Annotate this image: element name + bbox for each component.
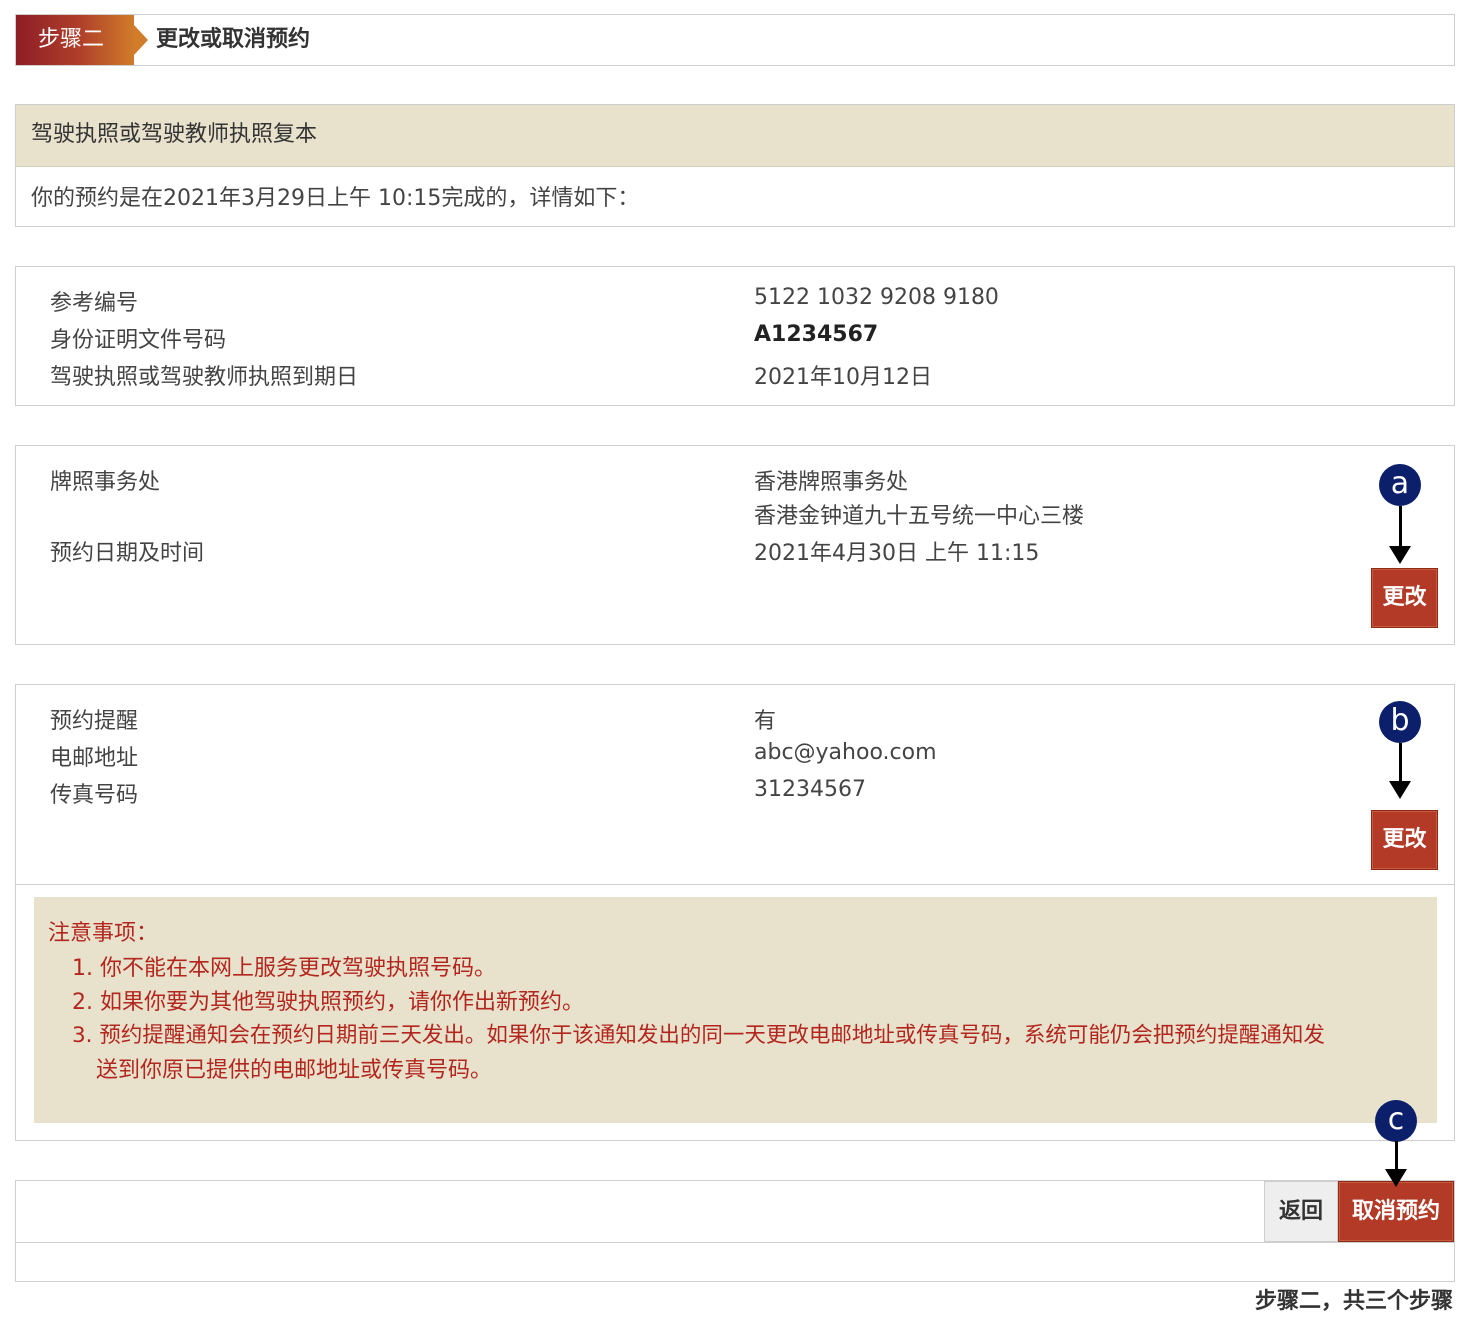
- notice-box: 注意事项： 1. 你不能在本网上服务更改驾驶执照号码。 2. 如果你要为其他驾驶…: [34, 897, 1437, 1123]
- arrow-c-head: [1385, 1169, 1407, 1187]
- intro-panel: 驾驶执照或驾驶教师执照复本 你的预约是在2021年3月29日上午 10:15完成…: [15, 104, 1455, 227]
- appointment-datetime-label: 预约日期及时间: [50, 541, 205, 566]
- licensing-office-label: 牌照事务处: [50, 470, 161, 495]
- reminder-label: 预约提醒: [50, 709, 139, 734]
- notice-item-1: 1. 你不能在本网上服务更改驾驶执照号码。: [72, 956, 496, 981]
- details-panel: 参考编号 5122 1032 9208 9180 身份证明文件号码 A12345…: [15, 266, 1455, 406]
- arrow-b-line: [1399, 743, 1402, 783]
- arrow-b-head: [1389, 781, 1411, 799]
- expiry-date-value: 2021年10月12日: [754, 365, 932, 390]
- marker-b-icon: b: [1379, 701, 1421, 743]
- notice-item-2: 2. 如果你要为其他驾驶执照预约，请你作出新预约。: [72, 990, 584, 1015]
- arrow-c-line: [1395, 1141, 1398, 1171]
- fax-value: 31234567: [754, 777, 866, 802]
- appointment-panel: 牌照事务处 香港牌照事务处 香港金钟道九十五号统一中心三楼 预约日期及时间 20…: [15, 445, 1455, 645]
- reminder-panel: 预约提醒 有 电邮地址 abc@yahoo.com 传真号码 31234567 …: [15, 684, 1455, 1141]
- notice-title: 注意事项：: [48, 921, 159, 946]
- service-heading: 驾驶执照或驾驶教师执照复本: [16, 105, 1454, 167]
- id-number-value: A1234567: [754, 322, 879, 347]
- divider: [16, 884, 1454, 885]
- appointment-datetime-value: 2021年4月30日 上午 11:15: [754, 541, 1040, 566]
- reference-number-value: 5122 1032 9208 9180: [754, 285, 999, 310]
- back-button[interactable]: 返回: [1264, 1181, 1338, 1242]
- step-header: 步骤二 更改或取消预约: [15, 14, 1455, 66]
- divider: [16, 1242, 1454, 1243]
- change-reminder-button[interactable]: 更改: [1371, 810, 1438, 870]
- notice-item-3-cont: 送到你原已提供的电邮地址或传真号码。: [96, 1058, 493, 1083]
- marker-c-icon: c: [1375, 1100, 1417, 1142]
- notice-item-3: 3. 预约提醒通知会在预约日期前三天发出。如果你于该通知发出的同一天更改电邮地址…: [72, 1023, 1325, 1048]
- fax-label: 传真号码: [50, 783, 139, 808]
- arrow-a-line: [1399, 506, 1402, 548]
- change-appointment-button[interactable]: 更改: [1371, 568, 1438, 628]
- licensing-office-address: 香港金钟道九十五号统一中心三楼: [754, 504, 1085, 529]
- marker-a-icon: a: [1379, 464, 1421, 506]
- step-badge: 步骤二: [16, 15, 134, 65]
- confirmation-text: 你的预约是在2021年3月29日上午 10:15完成的，详情如下：: [31, 186, 640, 211]
- email-label: 电邮地址: [50, 746, 139, 771]
- step-progress: 步骤二，共三个步骤: [1254, 1289, 1453, 1314]
- expiry-date-label: 驾驶执照或驾驶教师执照到期日: [50, 365, 359, 390]
- licensing-office-name: 香港牌照事务处: [754, 470, 909, 495]
- page-title: 更改或取消预约: [156, 27, 311, 52]
- reference-number-label: 参考编号: [50, 291, 139, 316]
- actions-panel: 返回 取消预约: [15, 1180, 1455, 1282]
- arrow-a-head: [1389, 546, 1411, 564]
- step-badge-arrow: [134, 25, 148, 55]
- email-value: abc@yahoo.com: [754, 740, 937, 765]
- cancel-appointment-button[interactable]: 取消预约: [1338, 1181, 1454, 1242]
- id-number-label: 身份证明文件号码: [50, 328, 227, 353]
- reminder-value: 有: [754, 709, 777, 734]
